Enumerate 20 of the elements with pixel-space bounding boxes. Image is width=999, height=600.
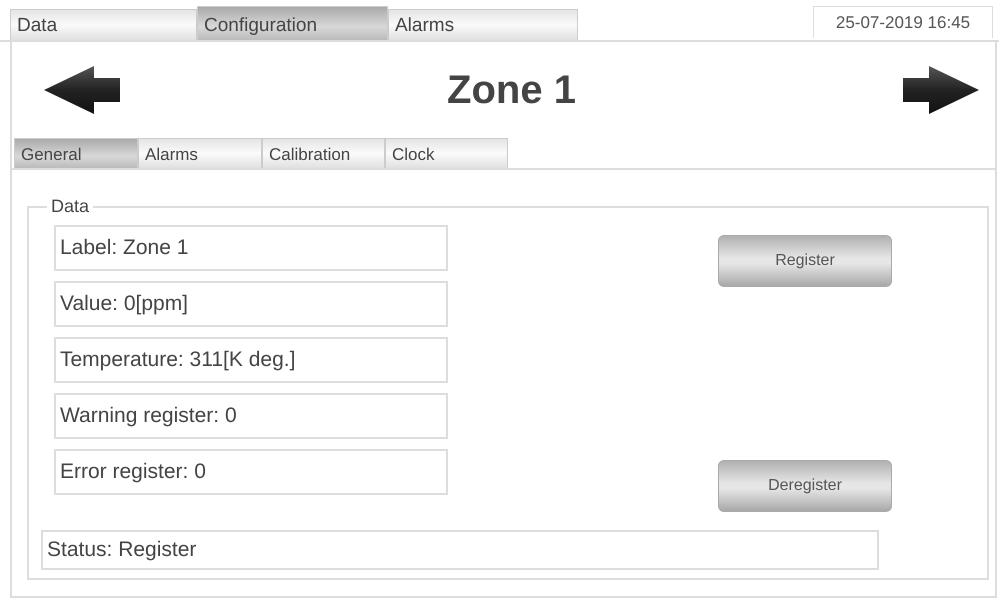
date-time: 25-07-2019 16:45 [813, 6, 993, 38]
register-button[interactable]: Register [718, 235, 892, 287]
left-arrow-button[interactable] [42, 64, 122, 116]
group-legend: Data [47, 196, 94, 217]
sub-tab[interactable]: Clock [385, 138, 508, 168]
right-arrow-button[interactable] [901, 64, 981, 116]
sub-tab[interactable]: Calibration [262, 138, 385, 168]
deregister-button[interactable]: Deregister [718, 460, 892, 512]
main-tab[interactable]: Data [10, 9, 197, 40]
data-field: Temperature: 311[K deg.] [54, 337, 448, 383]
data-field: Warning register: 0 [54, 393, 448, 439]
sub-tab[interactable]: General [14, 138, 138, 168]
sub-tab[interactable]: Alarms [138, 138, 262, 168]
status-field: Status: Register [41, 530, 879, 570]
data-field: Label: Zone 1 [54, 225, 448, 271]
data-field: Error register: 0 [54, 449, 448, 495]
main-tab[interactable]: Configuration [197, 6, 388, 40]
zone-title: Zone 1 [447, 68, 576, 112]
main-tab[interactable]: Alarms [388, 9, 578, 40]
data-field: Value: 0[ppm] [54, 281, 448, 327]
